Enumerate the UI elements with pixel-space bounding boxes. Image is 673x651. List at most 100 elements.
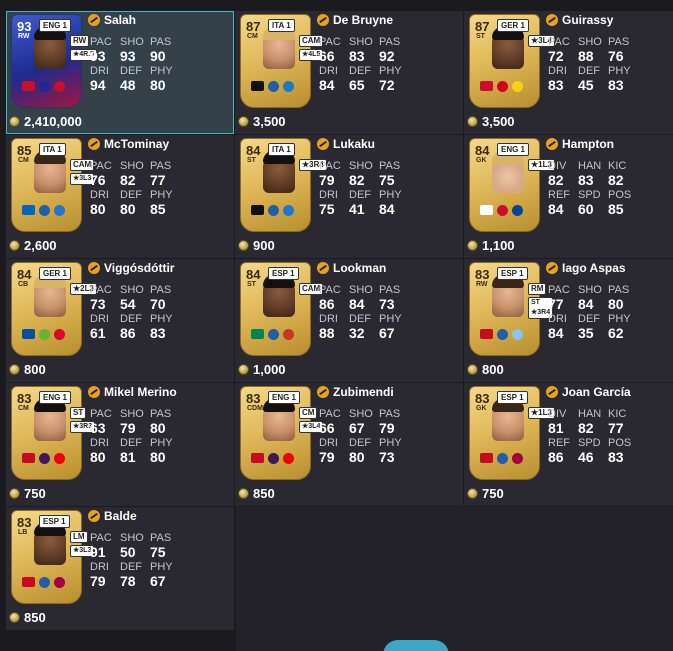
stat-label: PHY xyxy=(150,189,173,201)
stat-label: PHY xyxy=(150,313,173,325)
card-rating: 83 xyxy=(246,391,261,406)
stat-label: PAC xyxy=(319,160,341,172)
scroll-button[interactable] xyxy=(383,640,449,651)
league-tag: ENG 1 xyxy=(497,143,530,156)
league-logo-icon xyxy=(39,577,50,588)
player-name: Iago Aspas xyxy=(562,261,626,275)
price-value: 1,100 xyxy=(482,238,515,253)
stat-label: PAS xyxy=(379,408,401,420)
stat-value: 82 xyxy=(548,172,564,188)
stat-label: HAN xyxy=(578,160,602,172)
stat-label: PAC xyxy=(90,408,112,420)
card-position: CM xyxy=(247,33,258,40)
stat-label: HAN xyxy=(578,408,602,420)
stat-value: 84 xyxy=(548,325,564,341)
stat-value: 82 xyxy=(349,172,365,188)
league-logo-icon xyxy=(39,81,50,92)
player-tile[interactable]: 87 CM ITA 1 CAM ★4L5 De Bruyne PAC SHO PAS 66 83 92… xyxy=(235,11,463,134)
player-tile[interactable]: 84 ST ESP 1 CAM Lookman PAC SHO PAS 86 84 73 DRI DEF… xyxy=(235,259,463,382)
club-crest-icon xyxy=(283,453,294,464)
card-position: RW xyxy=(18,33,30,40)
stat-value: 63 xyxy=(90,420,106,436)
player-card: 84 CB GER 1 ★2L3 xyxy=(11,262,97,356)
league-tag: ENG 1 xyxy=(39,391,72,404)
nation-flag-icon xyxy=(22,453,35,463)
card-rating: 87 xyxy=(475,19,490,34)
stat-label: DRI xyxy=(90,313,109,325)
coin-icon xyxy=(467,240,478,251)
league-logo-icon xyxy=(268,205,279,216)
card-position: ST xyxy=(247,281,256,288)
player-name-row: Lookman xyxy=(317,261,386,275)
league-logo-icon xyxy=(497,81,508,92)
stat-label: DIV xyxy=(548,160,567,172)
stat-label: PAC xyxy=(90,160,112,172)
player-tile[interactable]: 84 GK ENG 1 ★1L3 Hampton DIV HAN KIC 82 83 82 REF SP… xyxy=(464,135,673,258)
player-stats: PAC SHO PAS 66 83 92 DRI DEF PHY 84 65 72 xyxy=(319,36,407,94)
player-tile[interactable]: 85 CM ITA 1 CAM ★3L3 McTominay PAC SHO PAS 76 82 77… xyxy=(6,135,234,258)
player-name: Zubimendi xyxy=(333,385,394,399)
stat-label: PAS xyxy=(150,408,172,420)
player-tile[interactable]: 83 LB ESP 1 LM ★3L3 Balde PAC SHO PAS 91 50 75 DRI DE… xyxy=(6,507,234,630)
club-crest-icon xyxy=(54,577,65,588)
club-crest-icon xyxy=(512,329,523,340)
role-tag: LM xyxy=(70,531,88,543)
stat-label: SHO xyxy=(349,160,373,172)
club-crest-icon xyxy=(54,329,65,340)
player-name-row: Hampton xyxy=(546,137,614,151)
stat-label: DEF xyxy=(349,437,371,449)
club-crest-icon xyxy=(54,453,65,464)
player-tile[interactable]: 84 ST ITA 1 ★3R4 Lukaku PAC SHO PAS 79 82 75 DRI DEF… xyxy=(235,135,463,258)
stat-label: PHY xyxy=(379,65,402,77)
player-tile[interactable]: 83 GK ESP 1 ★1L3 Joan García DIV HAN KIC 81 82 77 R… xyxy=(464,383,673,506)
player-name-row: Mikel Merino xyxy=(88,385,177,399)
stat-value: 78 xyxy=(120,573,136,589)
stat-label: SHO xyxy=(578,36,602,48)
stat-value: 79 xyxy=(319,449,335,465)
player-tile[interactable]: 83 CM ENG 1 ST ★3R3 Mikel Merino PAC SHO PAS 63 79… xyxy=(6,383,234,506)
stat-value: 48 xyxy=(120,77,136,93)
stat-value: 83 xyxy=(608,77,624,93)
stat-label: KIC xyxy=(608,408,627,420)
league-tag: ITA 1 xyxy=(268,19,295,32)
player-card: 85 CM ITA 1 CAM ★3L3 xyxy=(11,138,95,232)
price-row: 1,100 xyxy=(467,238,515,253)
league-logo-icon xyxy=(497,205,508,216)
untradeable-icon xyxy=(317,262,329,274)
nation-flag-icon xyxy=(22,205,35,215)
stat-label: SHO xyxy=(120,284,144,296)
stat-label: SPD xyxy=(578,189,601,201)
league-tag: GER 1 xyxy=(497,19,530,32)
player-name: Hampton xyxy=(562,137,614,151)
price-value: 850 xyxy=(253,486,275,501)
stat-value: 72 xyxy=(548,48,564,64)
stat-value: 83 xyxy=(578,172,594,188)
stat-label: PAC xyxy=(548,284,570,296)
player-tile[interactable]: 87 ST GER 1 ★3L4 Guirassy PAC SHO PAS 72 88 76 DRI D… xyxy=(464,11,673,134)
stat-label: DEF xyxy=(578,313,600,325)
player-tile[interactable]: 83 CDM ENG 1 CM ★3L4 Zubimendi PAC SHO PAS 66 67 79… xyxy=(235,383,463,506)
league-tag: ESP 1 xyxy=(268,267,299,280)
player-tile[interactable]: 83 RW ESP 1 RM ST ★3R4 Iago Aspas PAC SHO PAS 77 8… xyxy=(464,259,673,382)
stat-value: 82 xyxy=(120,172,136,188)
player-name: McTominay xyxy=(104,137,170,151)
price-row: 3,500 xyxy=(467,114,515,129)
stat-value: 86 xyxy=(548,449,564,465)
untradeable-icon xyxy=(88,14,100,26)
stat-value: 77 xyxy=(548,296,564,312)
stat-value: 67 xyxy=(349,420,365,436)
stat-value: 85 xyxy=(608,201,624,217)
player-tile[interactable]: 84 CB GER 1 ★2L3 Viggósdóttir PAC SHO PAS 73 54 70… xyxy=(6,259,234,382)
nation-flag-icon xyxy=(251,81,264,91)
untradeable-icon xyxy=(317,14,329,26)
card-position: CM xyxy=(18,157,29,164)
stat-label: REF xyxy=(548,437,570,449)
stat-label: KIC xyxy=(608,160,627,172)
untradeable-icon xyxy=(88,262,100,274)
stat-value: 45 xyxy=(578,77,594,93)
stat-value: 60 xyxy=(578,201,594,217)
player-tile[interactable]: 93 RW ENG 1 RW ★4R.5 Salah PAC SHO PAS 93 93 90 DRI D… xyxy=(6,11,234,134)
stat-value: 67 xyxy=(150,573,166,589)
club-crest-icon xyxy=(512,205,523,216)
club-crest-icon xyxy=(283,81,294,92)
